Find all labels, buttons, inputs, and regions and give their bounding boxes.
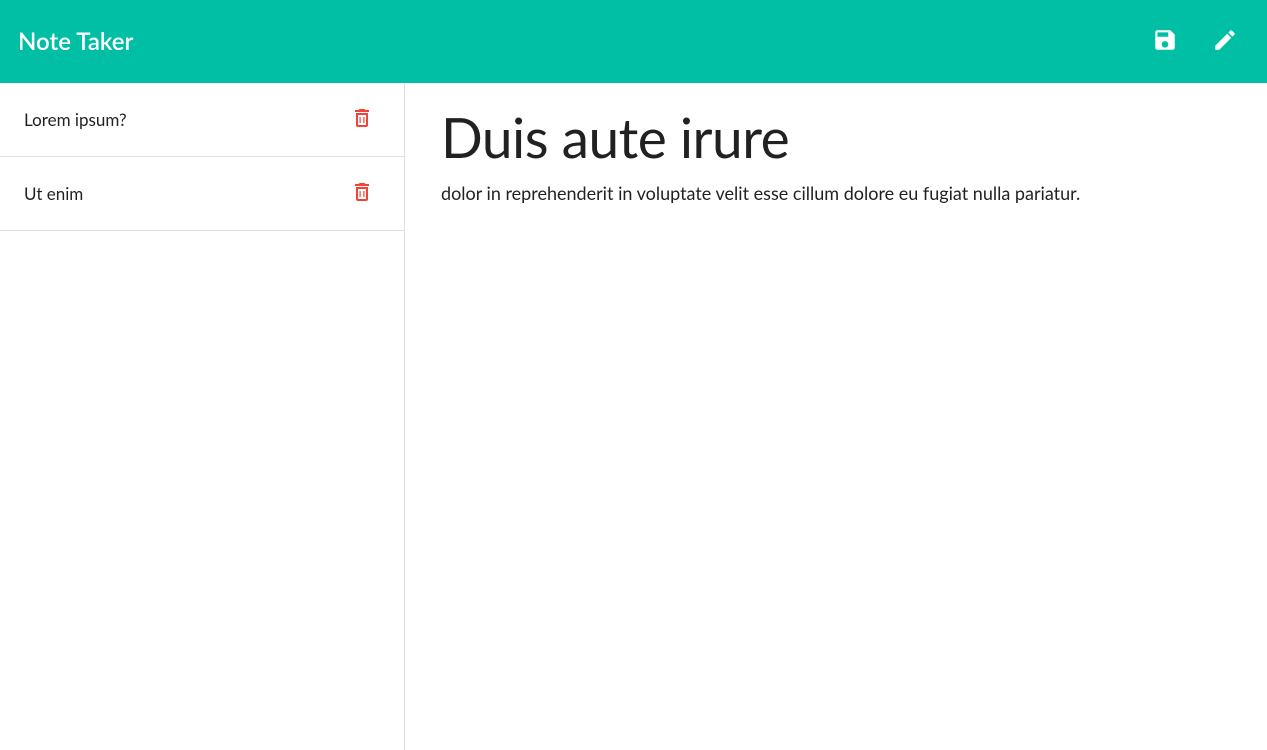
save-icon xyxy=(1152,27,1178,57)
pencil-icon xyxy=(1212,27,1238,57)
list-item-title: Ut enim xyxy=(24,183,344,204)
sidebar: Lorem ipsum? Ut enim xyxy=(0,83,405,750)
list-item[interactable]: Ut enim xyxy=(0,157,404,231)
delete-button[interactable] xyxy=(344,102,380,138)
delete-icon xyxy=(350,180,374,208)
save-button[interactable] xyxy=(1141,18,1189,66)
note-content: Duis aute irure dolor in reprehenderit i… xyxy=(405,83,1267,750)
delete-icon xyxy=(350,106,374,134)
delete-button[interactable] xyxy=(344,176,380,212)
main-layout: Lorem ipsum? Ut enim Duis aute irure dol… xyxy=(0,83,1267,750)
toolbar: Note Taker xyxy=(0,0,1267,83)
app-title: Note Taker xyxy=(18,27,1129,56)
note-title: Duis aute irure xyxy=(441,107,1231,168)
note-body: dolor in reprehenderit in voluptate veli… xyxy=(441,180,1231,207)
list-item-title: Lorem ipsum? xyxy=(24,109,344,130)
edit-button[interactable] xyxy=(1201,18,1249,66)
list-item[interactable]: Lorem ipsum? xyxy=(0,83,404,157)
